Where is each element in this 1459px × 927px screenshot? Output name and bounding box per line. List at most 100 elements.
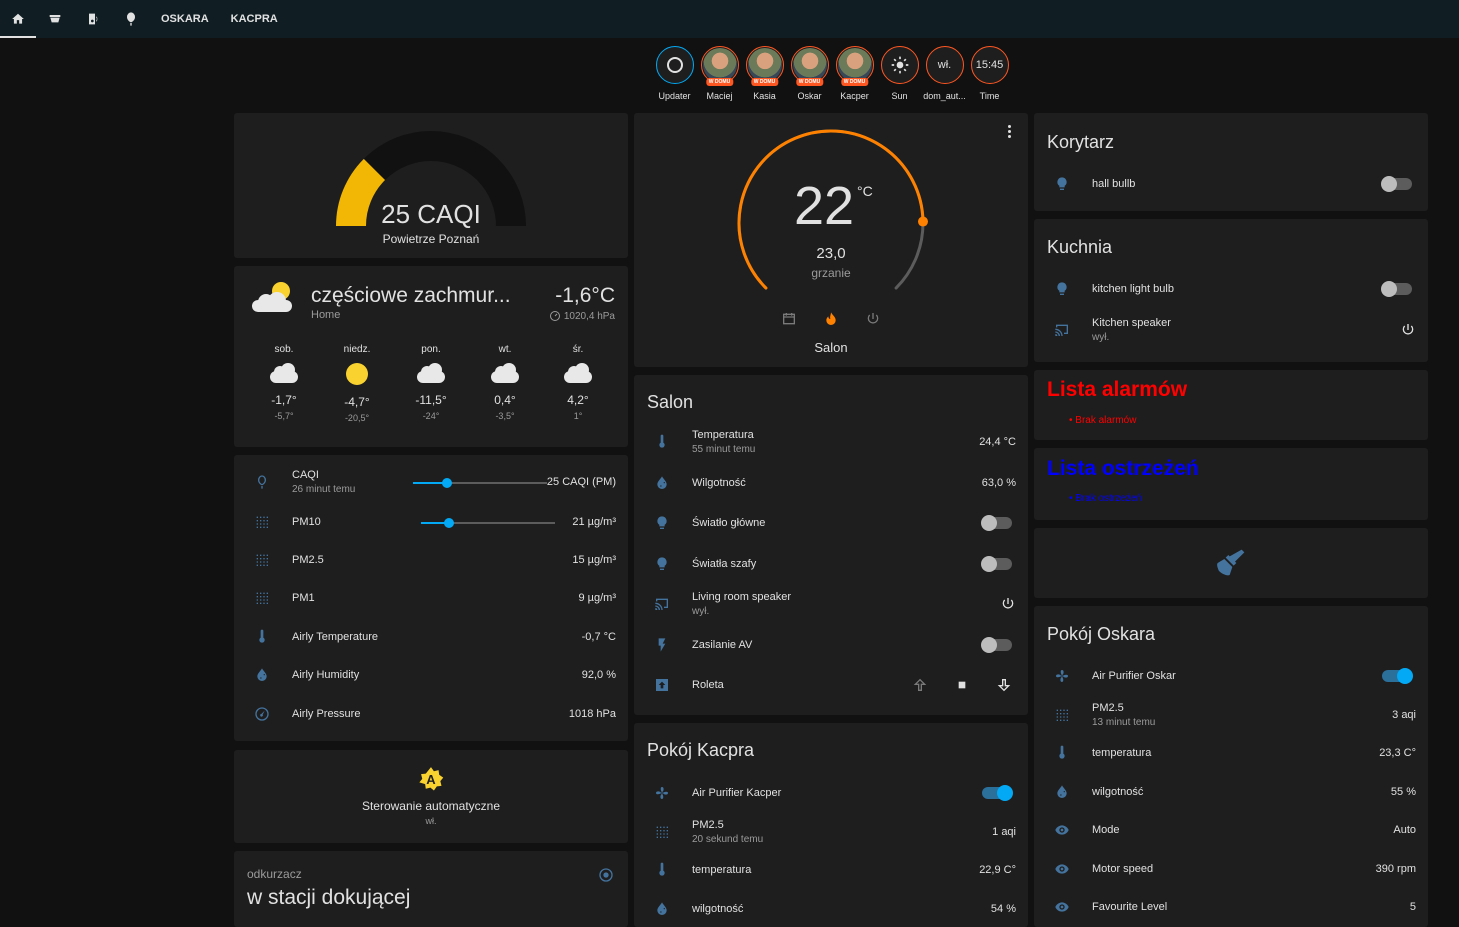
row-icon-wrap: [646, 556, 678, 572]
toggle-switch[interactable]: [982, 785, 1013, 801]
salon-row-2[interactable]: Światło główne: [646, 508, 1016, 538]
weather-card[interactable]: częściowe zachmur... Home -1,6°C 1020,4 …: [234, 266, 628, 447]
power-icon[interactable]: [1000, 596, 1016, 612]
kuchnia-row-0[interactable]: kitchen light bulb: [1046, 274, 1416, 304]
alarms-title: Lista alarmów: [1047, 378, 1188, 401]
tab-air[interactable]: [112, 0, 150, 38]
water-percent-icon: [657, 901, 667, 915]
fire-icon[interactable]: [823, 311, 839, 327]
partly-cloudy-icon: [250, 280, 294, 316]
automation-card[interactable]: A Sterowanie automatyczne wł.: [234, 750, 628, 843]
kacper-row-3: wilgotność 54 %: [646, 894, 1016, 924]
row-icon-wrap: [1046, 668, 1078, 684]
row-value: 1018 hPa: [568, 708, 616, 720]
gauge-value: 25 CAQI: [381, 199, 481, 229]
lightbulb-icon: [657, 556, 667, 570]
korytarz-title: Korytarz: [1047, 132, 1115, 152]
toggle-switch[interactable]: [981, 515, 1012, 531]
caqi-gauge-card[interactable]: 25 CAQI Powietrze Poznań: [234, 113, 628, 258]
calendar-clock-icon[interactable]: [781, 311, 797, 327]
value-slider[interactable]: [421, 518, 555, 528]
oskar-title: Pokój Oskara: [1047, 624, 1156, 644]
thermostat-card[interactable]: 22 °C 23,0 grzanie Salon: [634, 113, 1028, 367]
thermostat-target: 22: [794, 176, 855, 236]
kuchnia-row-1[interactable]: Kitchen speaker wył.: [1046, 315, 1416, 345]
badge-0[interactable]: Updater: [652, 46, 697, 101]
row-value: 23,3 C°: [1379, 747, 1416, 759]
korytarz-card: Korytarz hall bullb: [1034, 113, 1428, 211]
row-icon-wrap: [246, 552, 278, 568]
oskar-row-0[interactable]: Air Purifier Oskar: [1046, 661, 1416, 691]
tab-home[interactable]: [0, 0, 36, 38]
power-icon[interactable]: [1400, 322, 1416, 338]
fan-icon: [656, 787, 668, 799]
row-name: Kitchen speaker wył.: [1092, 317, 1400, 343]
row-name: kitchen light bulb: [1092, 283, 1174, 295]
badge-4[interactable]: W DOMU Kacper: [832, 46, 877, 101]
fan-icon: [1056, 670, 1068, 682]
salon-row-5[interactable]: Zasilanie AV: [646, 630, 1016, 660]
salon-row-3[interactable]: Światła szafy: [646, 549, 1016, 579]
row-icon-wrap: [246, 667, 278, 683]
avatar: W DOMU: [790, 46, 829, 86]
badge-5[interactable]: Sun: [877, 46, 922, 101]
salon-row-4[interactable]: Living room speaker wył.: [646, 589, 1016, 619]
tab-media[interactable]: [74, 0, 112, 38]
row-icon-wrap: [646, 434, 678, 450]
power-icon[interactable]: [865, 311, 881, 327]
oskar-row-4: Mode Auto: [1046, 815, 1416, 845]
badge-1[interactable]: W DOMU Maciej: [697, 46, 742, 101]
automation-state: wł.: [425, 816, 437, 826]
robot-vacuum-icon[interactable]: [598, 867, 614, 883]
row-name: Zasilanie AV: [692, 638, 753, 651]
badge-label: Kacper: [840, 91, 869, 101]
korytarz-row-0[interactable]: hall bullb: [1046, 169, 1416, 199]
home-icon: [12, 13, 24, 24]
row-name: temperatura: [1092, 747, 1152, 759]
tab-oskara[interactable]: OSKARA: [150, 0, 220, 38]
tab-kacpra[interactable]: KACPRA: [220, 0, 289, 38]
row-value: 5: [1409, 901, 1416, 913]
cleanup-button-card[interactable]: [1034, 528, 1428, 598]
badge-7[interactable]: 15:45 Time: [967, 46, 1012, 101]
dial-target-knob[interactable]: [917, 216, 928, 227]
airly-row-4: Airly Temperature -0,7 °C: [246, 622, 616, 652]
row-icon-wrap: [646, 596, 678, 612]
value-slider[interactable]: [413, 478, 547, 488]
cloudy-icon: [270, 363, 298, 383]
more-options-icon[interactable]: [1008, 125, 1012, 138]
oskar-row-6: Favourite Level 5: [1046, 892, 1416, 922]
toggle-switch[interactable]: [1381, 176, 1412, 192]
stop-icon[interactable]: [954, 677, 970, 693]
salon-row-6[interactable]: Roleta: [646, 670, 1016, 700]
arrow-up-icon[interactable]: [912, 677, 928, 693]
gauge-icon: [549, 311, 560, 321]
kacper-row-1: PM2.5 20 sekund temu 1 aqi: [646, 817, 1016, 847]
toggle-switch[interactable]: [981, 555, 1012, 572]
badge-3[interactable]: W DOMU Oskar: [787, 46, 832, 101]
forecast-day-name: sob.: [274, 344, 294, 355]
row-icon-wrap: [1046, 281, 1078, 297]
row-value: 25 CAQI (PM): [546, 476, 616, 488]
vacuum-card[interactable]: odkurzacz w stacji dokującej: [234, 851, 628, 927]
airly-card[interactable]: CAQI 26 minut temu 25 CAQI (PM) PM10 21 µg/m…: [234, 455, 628, 741]
arrow-down-icon[interactable]: [996, 677, 1012, 693]
kacper-row-0[interactable]: Air Purifier Kacper: [646, 778, 1016, 808]
badge-6[interactable]: wł. dom_aut...: [922, 46, 967, 101]
dots-icon: [256, 516, 268, 528]
row-icon-wrap: [1046, 899, 1078, 915]
gauge-icon: [255, 707, 269, 721]
toggle-switch[interactable]: [1382, 668, 1413, 684]
row-name: wilgotność: [1092, 785, 1144, 798]
row-icon-wrap: [646, 637, 678, 653]
row-value: Auto: [1393, 824, 1416, 836]
toggle-switch[interactable]: [1381, 281, 1412, 297]
row-name: Światło główne: [692, 517, 766, 529]
cast-icon: [655, 598, 668, 610]
thermostat-unit: °C: [857, 183, 873, 199]
warnings-card: Lista ostrzeżeń • Brak ostrzeżeń: [1034, 448, 1428, 520]
badge-2[interactable]: W DOMU Kasia: [742, 46, 787, 101]
badge-tag: W DOMU: [840, 78, 869, 86]
tab-cameras[interactable]: [36, 0, 74, 38]
toggle-switch[interactable]: [981, 636, 1012, 653]
